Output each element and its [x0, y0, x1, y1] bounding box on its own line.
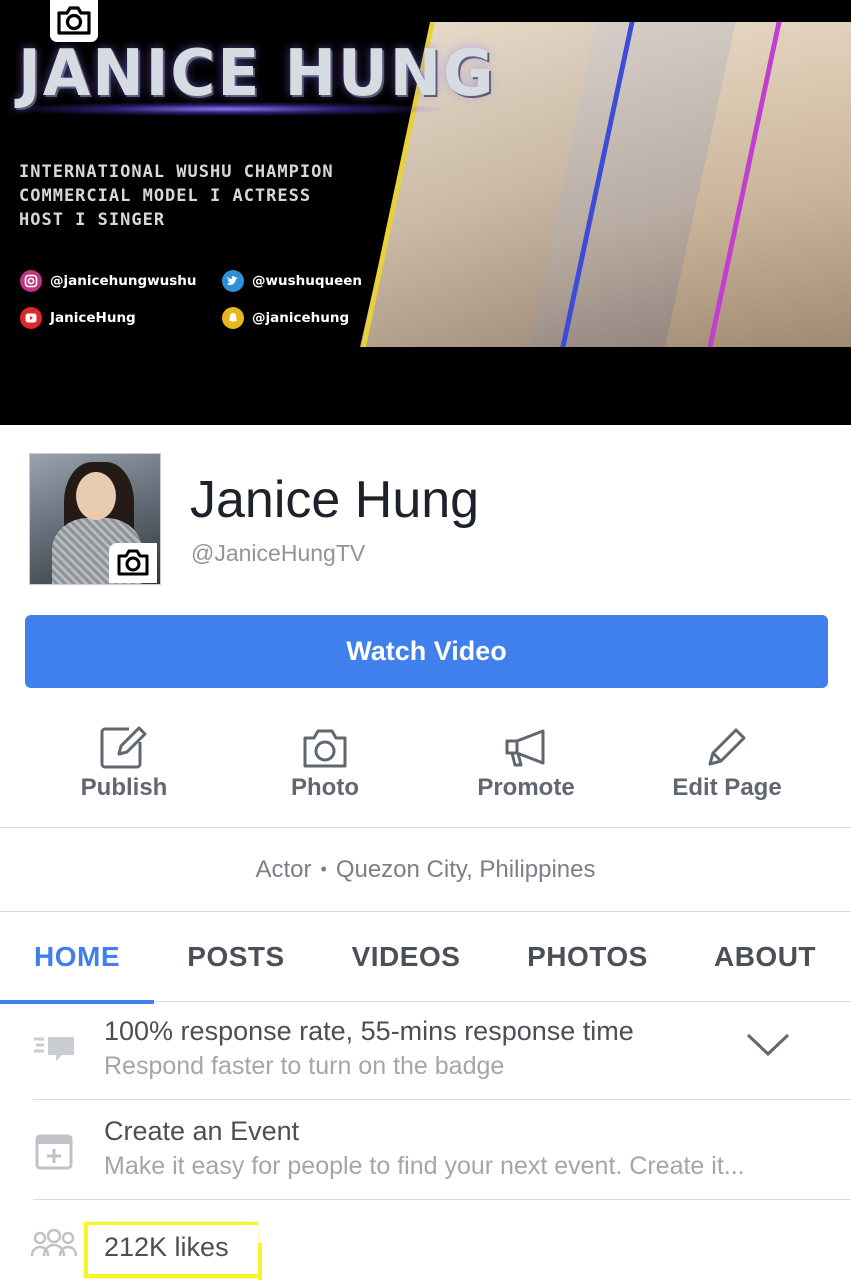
publish-label: Publish: [80, 774, 168, 801]
photo-button[interactable]: Photo: [225, 710, 425, 820]
camera-icon: [57, 6, 91, 35]
create-event-row[interactable]: Create an Event Make it easy for people …: [33, 1100, 851, 1200]
photo-label: Photo: [291, 774, 359, 801]
tab-videos[interactable]: VIDEOS: [330, 912, 482, 1002]
youtube-handle: JaniceHung: [50, 310, 136, 326]
cover-social-snapchat: @janicehung: [222, 307, 349, 329]
calendar-add-icon: [30, 1128, 78, 1176]
change-cover-camera-button[interactable]: [50, 0, 98, 42]
camera-icon: [300, 710, 350, 770]
cover-tagline: INTERNATIONAL WUSHU CHAMPION COMMERCIAL …: [19, 160, 334, 232]
edit-page-label: Edit Page: [672, 774, 782, 801]
message-badge-icon: [30, 1024, 78, 1072]
create-event-subtitle: Make it easy for people to find your nex…: [104, 1152, 745, 1180]
page-actions-bar: Publish Photo Promote Edit Page: [0, 710, 851, 828]
page-category: Actor • Quezon City, Philippines: [0, 828, 851, 912]
promote-label: Promote: [477, 774, 575, 801]
publish-button[interactable]: Publish: [24, 710, 224, 820]
response-rate-title: 100% response rate, 55-mins response tim…: [104, 1016, 634, 1046]
twitter-icon: [222, 270, 244, 292]
cover-social-instagram: @janicehungwushu: [20, 270, 196, 292]
edit-square-icon: [99, 710, 149, 770]
separator-dot: •: [320, 859, 327, 879]
tab-photos[interactable]: PHOTOS: [505, 912, 670, 1002]
page-username: @JaniceHungTV: [191, 540, 366, 566]
page-tabs: HOME POSTS VIDEOS PHOTOS ABOUT: [0, 912, 851, 1004]
cover-tagline-line: COMMERCIAL MODEL I ACTRESS: [19, 186, 312, 206]
category-location: Quezon City, Philippines: [335, 855, 596, 883]
instagram-handle: @janicehungwushu: [50, 273, 197, 289]
cover-tagline-line: INTERNATIONAL WUSHU CHAMPION: [19, 162, 334, 182]
tab-about[interactable]: ABOUT: [690, 912, 840, 1002]
people-icon: [30, 1220, 78, 1268]
cover-social-twitter: @wushuqueen: [222, 270, 362, 292]
promote-button[interactable]: Promote: [426, 710, 626, 820]
twitter-handle: @wushuqueen: [252, 273, 363, 289]
response-rate-subtitle: Respond faster to turn on the badge: [104, 1052, 505, 1080]
watch-video-button[interactable]: Watch Video: [25, 615, 828, 688]
likes-highlight-annotation: [84, 1222, 262, 1280]
megaphone-icon: [501, 710, 551, 770]
create-event-title: Create an Event: [104, 1116, 300, 1146]
category-type: Actor: [255, 855, 312, 883]
chevron-down-icon[interactable]: [745, 1032, 791, 1063]
cover-tagline-line: HOST I SINGER: [19, 210, 166, 230]
cover-title: JANICE HUNG: [18, 37, 496, 111]
response-rate-row[interactable]: 100% response rate, 55-mins response tim…: [33, 1002, 851, 1100]
tab-posts[interactable]: POSTS: [160, 912, 312, 1002]
youtube-icon: [20, 307, 42, 329]
change-profile-picture-button[interactable]: [109, 543, 157, 583]
snapchat-icon: [222, 307, 244, 329]
instagram-icon: [20, 270, 42, 292]
camera-icon: [117, 549, 149, 576]
cover-photo[interactable]: JANICE HUNG INTERNATIONAL WUSHU CHAMPION…: [0, 0, 851, 425]
edit-page-button[interactable]: Edit Page: [627, 710, 827, 820]
page-name: Janice Hung: [190, 471, 480, 529]
snapchat-handle: @janicehung: [252, 310, 350, 326]
tab-home[interactable]: HOME: [0, 912, 154, 1004]
cover-social-youtube: JaniceHung: [20, 307, 136, 329]
pencil-icon: [704, 710, 750, 770]
